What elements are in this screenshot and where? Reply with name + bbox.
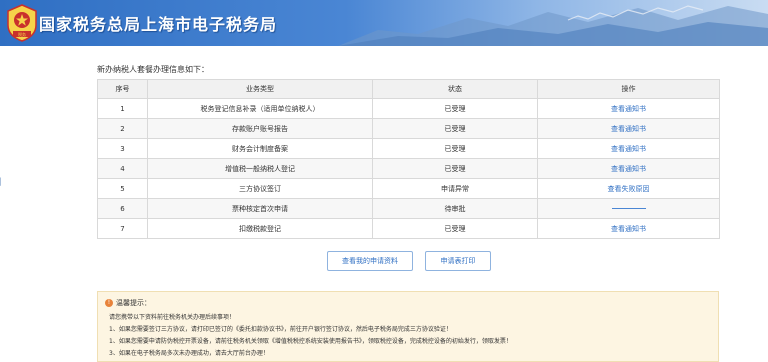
row-action-cell: 查看通知书 xyxy=(537,118,720,139)
view-notice-link[interactable]: 查看通知书 xyxy=(611,145,646,153)
row-business-type: 三方协议签订 xyxy=(147,178,373,199)
table-header-row: 序号 业务类型 状态 操作 xyxy=(97,79,720,99)
row-index: 3 xyxy=(97,138,148,159)
column-header-index: 序号 xyxy=(97,79,148,99)
row-action-cell xyxy=(537,198,720,219)
right-edge-marker-icon: ▕ xyxy=(764,178,768,186)
row-index: 7 xyxy=(97,218,148,239)
logo-text: 税务 xyxy=(18,31,26,37)
business-status-table: 序号 业务类型 状态 操作 1 税务登记信息补录（适用单位纳税人） 已受理 查看… xyxy=(97,79,720,239)
table-row: 6 票种核定首次申请 待审批 xyxy=(97,198,720,219)
tips-line: 1、如果您需要申请防伪税控开票设备，请前往税务机关领取《增值税税控系统安装使用报… xyxy=(109,338,512,345)
tips-line: 1、如果您需要签订三方协议，请打印已签订的《委托扣款协议书》，前往开户银行签订协… xyxy=(109,326,452,333)
warning-icon: ! xyxy=(105,299,113,307)
table-row: 2 存款账户账号报告 已受理 查看通知书 xyxy=(97,118,720,139)
row-status: 已受理 xyxy=(372,98,538,119)
site-title: 国家税务总局上海市电子税务局 xyxy=(39,15,278,34)
view-notice-link[interactable]: 查看通知书 xyxy=(611,105,646,113)
column-header-business-type: 业务类型 xyxy=(147,79,373,99)
tips-line: 请您携带以下资料前往税务机关办理后续事项！ xyxy=(109,314,236,321)
row-action-cell: 查看通知书 xyxy=(537,98,720,119)
view-notice-link[interactable]: 查看通知书 xyxy=(611,125,646,133)
tips-line: 3、如果在电子税务局多次未办理成功，请去大厅前台办理！ xyxy=(109,350,269,357)
left-edge-marker-icon: ▏ xyxy=(0,178,6,186)
row-business-type: 财务会计制度备案 xyxy=(147,138,373,159)
tips-panel: ! 温馨提示： 请您携带以下资料前往税务机关办理后续事项！ 1、如果您需要签订三方… xyxy=(97,291,719,362)
row-index: 4 xyxy=(97,158,148,179)
table-row: 3 财务会计制度备案 已受理 查看通知书 xyxy=(97,138,720,159)
mountain-wall-banner-image xyxy=(338,5,768,46)
row-status: 已受理 xyxy=(372,218,538,239)
tips-title: 温馨提示： xyxy=(116,299,151,307)
row-status: 待审批 xyxy=(372,198,538,219)
view-notice-link[interactable]: 查看通知书 xyxy=(611,165,646,173)
site-header: 税务 国家税务总局上海市电子税务局 xyxy=(0,0,768,46)
row-index: 1 xyxy=(97,98,148,119)
row-business-type: 税务登记信息补录（适用单位纳税人） xyxy=(147,98,373,119)
row-index: 2 xyxy=(97,118,148,139)
row-business-type: 存款账户账号报告 xyxy=(147,118,373,139)
row-status: 已受理 xyxy=(372,158,538,179)
view-my-application-materials-button[interactable]: 查看我的申请资料 xyxy=(327,251,413,271)
table-row: 5 三方协议签订 申请异常 查看失败原因 xyxy=(97,178,720,199)
view-failure-reason-link[interactable]: 查看失败原因 xyxy=(608,185,650,193)
tips-heading: ! 温馨提示： xyxy=(105,298,151,308)
row-action-cell: 查看通知书 xyxy=(537,138,720,159)
empty-action-placeholder-line xyxy=(611,208,646,209)
print-application-form-button[interactable]: 申请表打印 xyxy=(425,251,491,271)
row-status: 申请异常 xyxy=(372,178,538,199)
view-notice-link[interactable]: 查看通知书 xyxy=(611,225,646,233)
row-action-cell: 查看通知书 xyxy=(537,218,720,239)
row-business-type: 票种核定首次申请 xyxy=(147,198,373,219)
column-header-action: 操作 xyxy=(537,79,720,99)
table-row: 1 税务登记信息补录（适用单位纳税人） 已受理 查看通知书 xyxy=(97,98,720,119)
column-header-status: 状态 xyxy=(372,79,538,99)
page-intro-text: 新办纳税人套餐办理信息如下： xyxy=(97,65,209,74)
table-row: 4 增值税一般纳税人登记 已受理 查看通知书 xyxy=(97,158,720,179)
row-action-cell: 查看失败原因 xyxy=(537,178,720,199)
table-row: 7 扣缴税款登记 已受理 查看通知书 xyxy=(97,218,720,239)
row-index: 6 xyxy=(97,198,148,219)
row-action-cell: 查看通知书 xyxy=(537,158,720,179)
row-status: 已受理 xyxy=(372,138,538,159)
row-business-type: 增值税一般纳税人登记 xyxy=(147,158,373,179)
row-status: 已受理 xyxy=(372,118,538,139)
tax-emblem-logo: 税务 xyxy=(7,4,37,42)
row-index: 5 xyxy=(97,178,148,199)
row-business-type: 扣缴税款登记 xyxy=(147,218,373,239)
